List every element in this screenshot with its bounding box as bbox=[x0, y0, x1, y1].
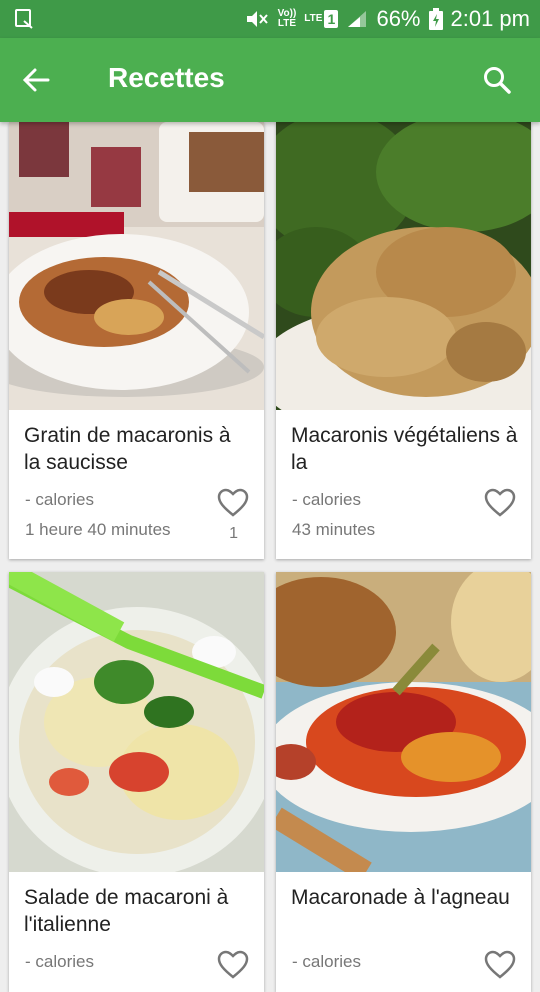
heart-outline-icon[interactable] bbox=[217, 950, 249, 980]
recipe-calories: - calories bbox=[25, 490, 94, 509]
recipe-calories: - calories bbox=[25, 952, 94, 971]
search-icon[interactable] bbox=[482, 65, 512, 95]
recipe-card[interactable]: Gratin de macaronis à la saucisse - calo… bbox=[9, 122, 264, 559]
heart-outline-icon[interactable] bbox=[484, 950, 516, 980]
volte-indicator: Vo)) LTE bbox=[278, 9, 297, 29]
heart-outline-icon[interactable] bbox=[484, 488, 516, 518]
heart-outline-icon[interactable] bbox=[217, 488, 249, 518]
recipe-calories: - calories bbox=[292, 490, 361, 509]
recipe-name: Gratin de macaronis à la saucisse bbox=[24, 424, 231, 474]
recipe-name: Macaronis végétaliens à la bbox=[291, 424, 518, 474]
recipe-name: Salade de macaroni à l'italienne bbox=[24, 886, 229, 936]
battery-charging-icon bbox=[428, 8, 443, 30]
lte-indicator: LTE 1 bbox=[304, 10, 339, 28]
recipe-card[interactable]: Macaronade à l'agneau - calories bbox=[276, 572, 531, 992]
lte-label: LTE bbox=[304, 13, 323, 24]
signal-icon bbox=[348, 11, 367, 27]
page-title: Recettes bbox=[108, 62, 225, 93]
sim-slot-badge: 1 bbox=[324, 10, 339, 28]
volte-bottom-label: LTE bbox=[277, 18, 297, 29]
screenshot-icon bbox=[15, 9, 33, 29]
status-bar: Vo)) LTE LTE 1 66% 2:01 pm bbox=[0, 0, 540, 38]
app-bar: Recettes bbox=[0, 38, 540, 122]
recipe-photo bbox=[9, 572, 264, 872]
recipe-photo bbox=[276, 572, 531, 872]
like-count: 1 bbox=[229, 525, 238, 542]
recipe-calories: - calories bbox=[292, 952, 361, 971]
recipe-photo bbox=[276, 122, 531, 410]
mute-icon bbox=[246, 11, 268, 27]
recipe-card[interactable]: Macaronis végétaliens à la - calories 43… bbox=[276, 122, 531, 559]
recipe-duration: 1 heure 40 minutes bbox=[25, 520, 171, 539]
battery-percent: 66% bbox=[376, 6, 421, 31]
recipe-duration: 43 minutes bbox=[292, 520, 376, 539]
recipe-photo bbox=[9, 122, 264, 410]
arrow-back-icon[interactable] bbox=[22, 66, 50, 94]
clock: 2:01 pm bbox=[450, 6, 531, 31]
recipe-grid: Gratin de macaronis à la saucisse - calo… bbox=[0, 122, 540, 992]
recipe-card[interactable]: Salade de macaroni à l'italienne - calor… bbox=[9, 572, 264, 992]
recipe-name: Macaronade à l'agneau bbox=[291, 886, 510, 909]
